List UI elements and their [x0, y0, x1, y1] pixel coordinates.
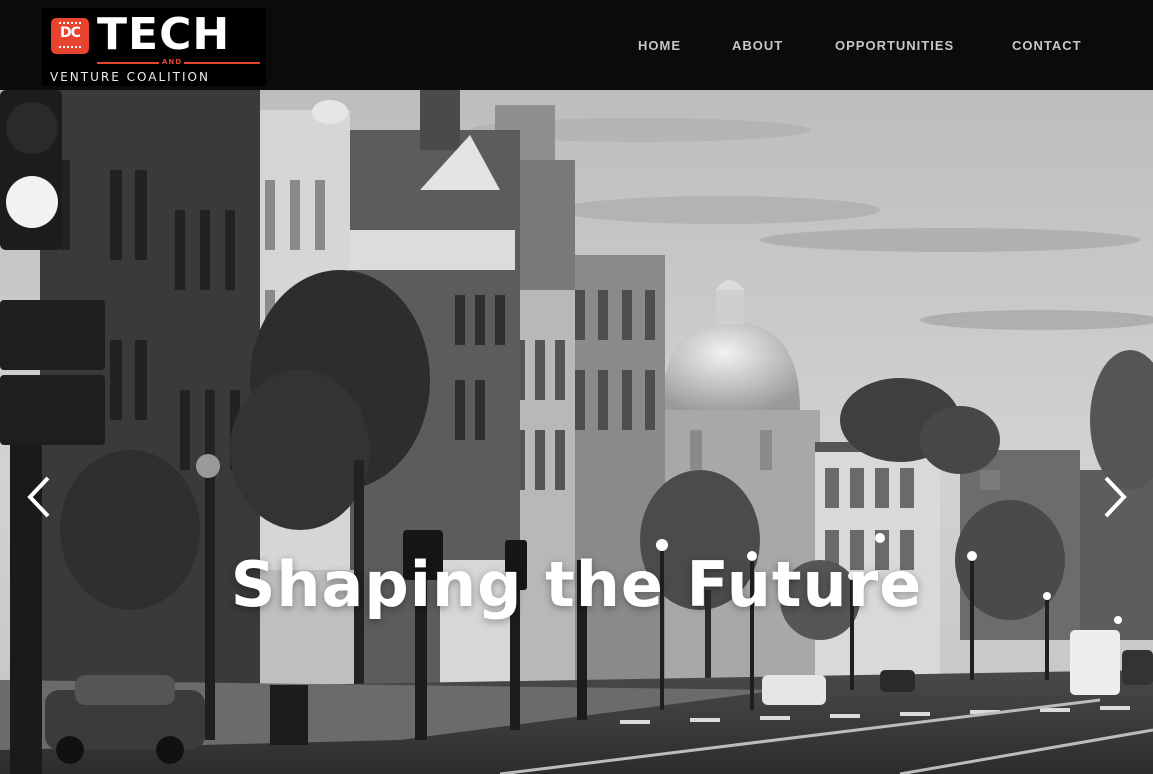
logo-main-text: TECH — [97, 9, 231, 60]
nav-item-home[interactable]: HOME — [638, 38, 681, 53]
hero-slider: Shaping the Future — [0, 90, 1153, 774]
slider-prev-button[interactable] — [20, 472, 60, 522]
site-logo[interactable]: DC TECH AND VENTURE COALITION — [42, 8, 266, 86]
hero-street-photo — [0, 90, 1153, 774]
site-header: DC TECH AND VENTURE COALITION HOME ABOUT… — [0, 0, 1153, 90]
logo-rule-left — [97, 62, 159, 64]
logo-rule-right — [184, 62, 260, 64]
nav-item-opportunities[interactable]: OPPORTUNITIES — [835, 38, 954, 53]
logo-sub-text: VENTURE COALITION — [50, 70, 210, 84]
chevron-right-icon — [1104, 476, 1127, 518]
page: DC TECH AND VENTURE COALITION HOME ABOUT… — [0, 0, 1153, 774]
chevron-left-icon — [27, 476, 50, 518]
logo-badge-text: DC — [60, 25, 81, 41]
logo-and-text: AND — [162, 58, 183, 66]
slider-next-button[interactable] — [1094, 472, 1134, 522]
nav-item-contact[interactable]: CONTACT — [1012, 38, 1082, 53]
dc-badge-icon: DC — [51, 18, 89, 54]
hero-headline: Shaping the Future — [230, 548, 923, 621]
nav-item-about[interactable]: ABOUT — [732, 38, 783, 53]
